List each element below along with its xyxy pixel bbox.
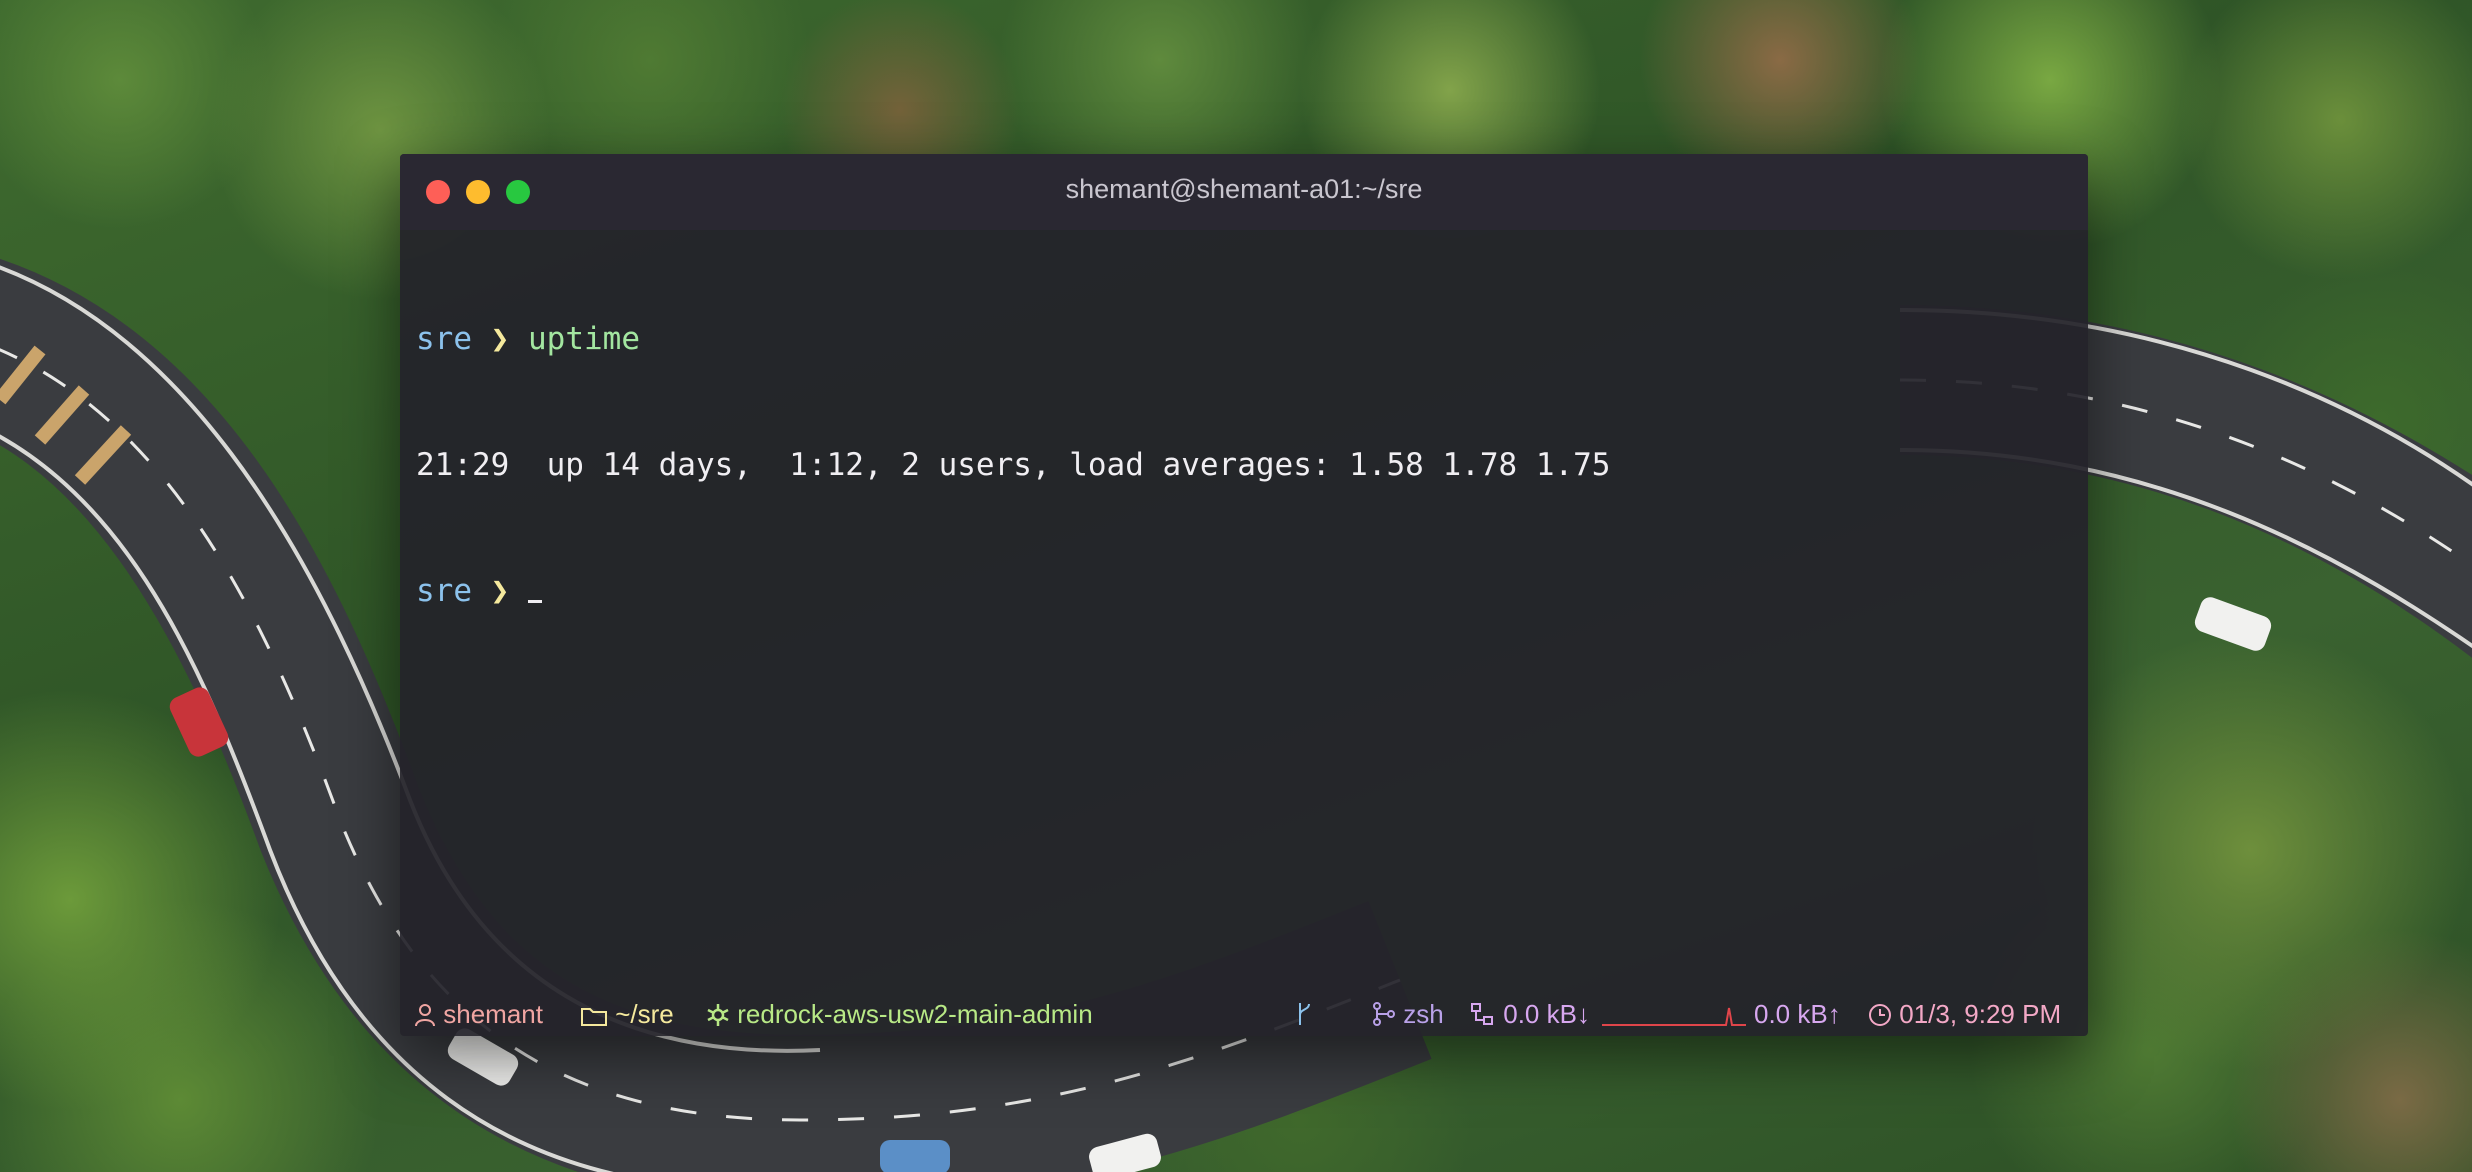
prompt-directory: sre <box>416 573 472 609</box>
prompt-line: sre ❯ uptime <box>416 318 2072 360</box>
prompt-arrow-icon: ❯ <box>490 573 510 609</box>
network-sparkline <box>1602 998 1746 1030</box>
status-net-up-label: 0.0 kB↑ <box>1754 999 1841 1029</box>
prompt-directory: sre <box>416 321 472 357</box>
git-branch-icon <box>1299 1003 1310 1025</box>
status-directory: ~/sre <box>580 998 674 1030</box>
window-title: shemant@shemant-a01:~/sre <box>1065 174 1423 204</box>
terminal-output[interactable]: sre ❯ uptime 21:29 up 14 days, 1:12, 2 u… <box>416 234 2072 696</box>
status-shell-label: zsh <box>1403 999 1444 1029</box>
terminal-window[interactable]: shemant@shemant-a01:~/sre sre ❯ uptime 2… <box>400 154 2088 1036</box>
status-git <box>1294 998 1314 1030</box>
prompt-arrow-icon: ❯ <box>490 321 510 357</box>
status-clock-label: 01/3, 9:29 PM <box>1899 999 2062 1029</box>
title-bar[interactable]: shemant@shemant-a01:~/sre <box>400 154 2088 230</box>
text-cursor <box>528 600 543 603</box>
output-line: 21:29 up 14 days, 1:12, 2 users, load av… <box>416 447 1611 483</box>
status-k8s-context: redrock-aws-usw2-main-admin <box>706 998 1093 1030</box>
status-bar: shemant ~/sre redrock-aws-usw2-main-admi… <box>400 990 2088 1036</box>
kubernetes-icon <box>707 1004 729 1026</box>
user-icon <box>415 1004 435 1027</box>
sparkline-graph <box>1602 1007 1746 1026</box>
status-network-up: 0.0 kB↑ <box>1754 998 1841 1030</box>
prompt-line[interactable]: sre ❯ <box>416 570 2072 612</box>
status-user-label: shemant <box>443 999 543 1029</box>
status-clock: 01/3, 9:29 PM <box>1868 998 2061 1030</box>
folder-icon <box>581 1008 607 1026</box>
network-icon <box>1471 1003 1493 1025</box>
status-network-down: 0.0 kB↓ <box>1470 998 1590 1030</box>
status-user: shemant <box>414 998 543 1030</box>
status-net-down-label: 0.0 kB↓ <box>1503 999 1590 1029</box>
command-text: uptime <box>528 321 640 357</box>
status-shell: zsh <box>1372 998 1444 1030</box>
status-directory-label: ~/sre <box>615 999 674 1029</box>
shell-icon <box>1373 1002 1395 1026</box>
clock-icon <box>1869 1004 1891 1026</box>
status-k8s-label: redrock-aws-usw2-main-admin <box>737 999 1093 1029</box>
